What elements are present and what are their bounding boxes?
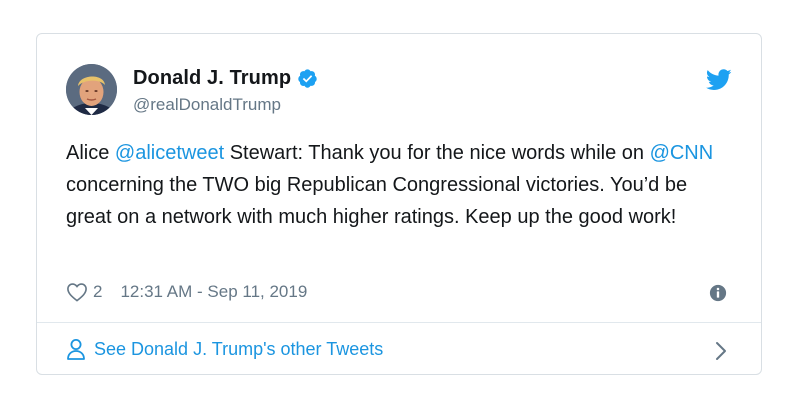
tweet-text: Alice @alicetweet Stewart: Thank you for…	[66, 137, 736, 233]
avatar-image	[66, 64, 117, 115]
author-avatar[interactable]	[66, 64, 117, 115]
tweet-meta-row: 2 12:31 AM - Sep 11, 2019	[66, 282, 307, 302]
mention-link-alicetweet[interactable]: @alicetweet	[115, 142, 224, 164]
mention-link-cnn[interactable]: @CNN	[650, 142, 714, 164]
card-divider	[37, 322, 761, 323]
info-icon[interactable]	[709, 284, 727, 302]
see-other-tweets-link[interactable]: See Donald J. Trump's other Tweets	[66, 338, 383, 360]
twitter-bird-icon[interactable]	[706, 69, 732, 91]
see-other-tweets-label[interactable]: See Donald J. Trump's other Tweets	[94, 339, 383, 360]
verified-badge-icon	[298, 69, 317, 88]
tweet-timestamp[interactable]: 12:31 AM - Sep 11, 2019	[120, 282, 307, 302]
like-count[interactable]: 2	[93, 282, 102, 302]
heart-icon[interactable]	[66, 282, 88, 302]
tweet-text-segment: Stewart: Thank you for the nice words wh…	[224, 142, 650, 164]
author-name-row: Donald J. Trump	[133, 67, 318, 90]
author-display-name[interactable]: Donald J. Trump	[133, 67, 291, 90]
person-icon	[67, 339, 85, 360]
tweet-card: Donald J. Trump @realDonaldTrump Alice @…	[36, 33, 762, 375]
chevron-right-icon[interactable]	[714, 340, 728, 362]
author-handle[interactable]: @realDonaldTrump	[133, 95, 281, 115]
tweet-text-segment: Alice	[66, 142, 115, 164]
